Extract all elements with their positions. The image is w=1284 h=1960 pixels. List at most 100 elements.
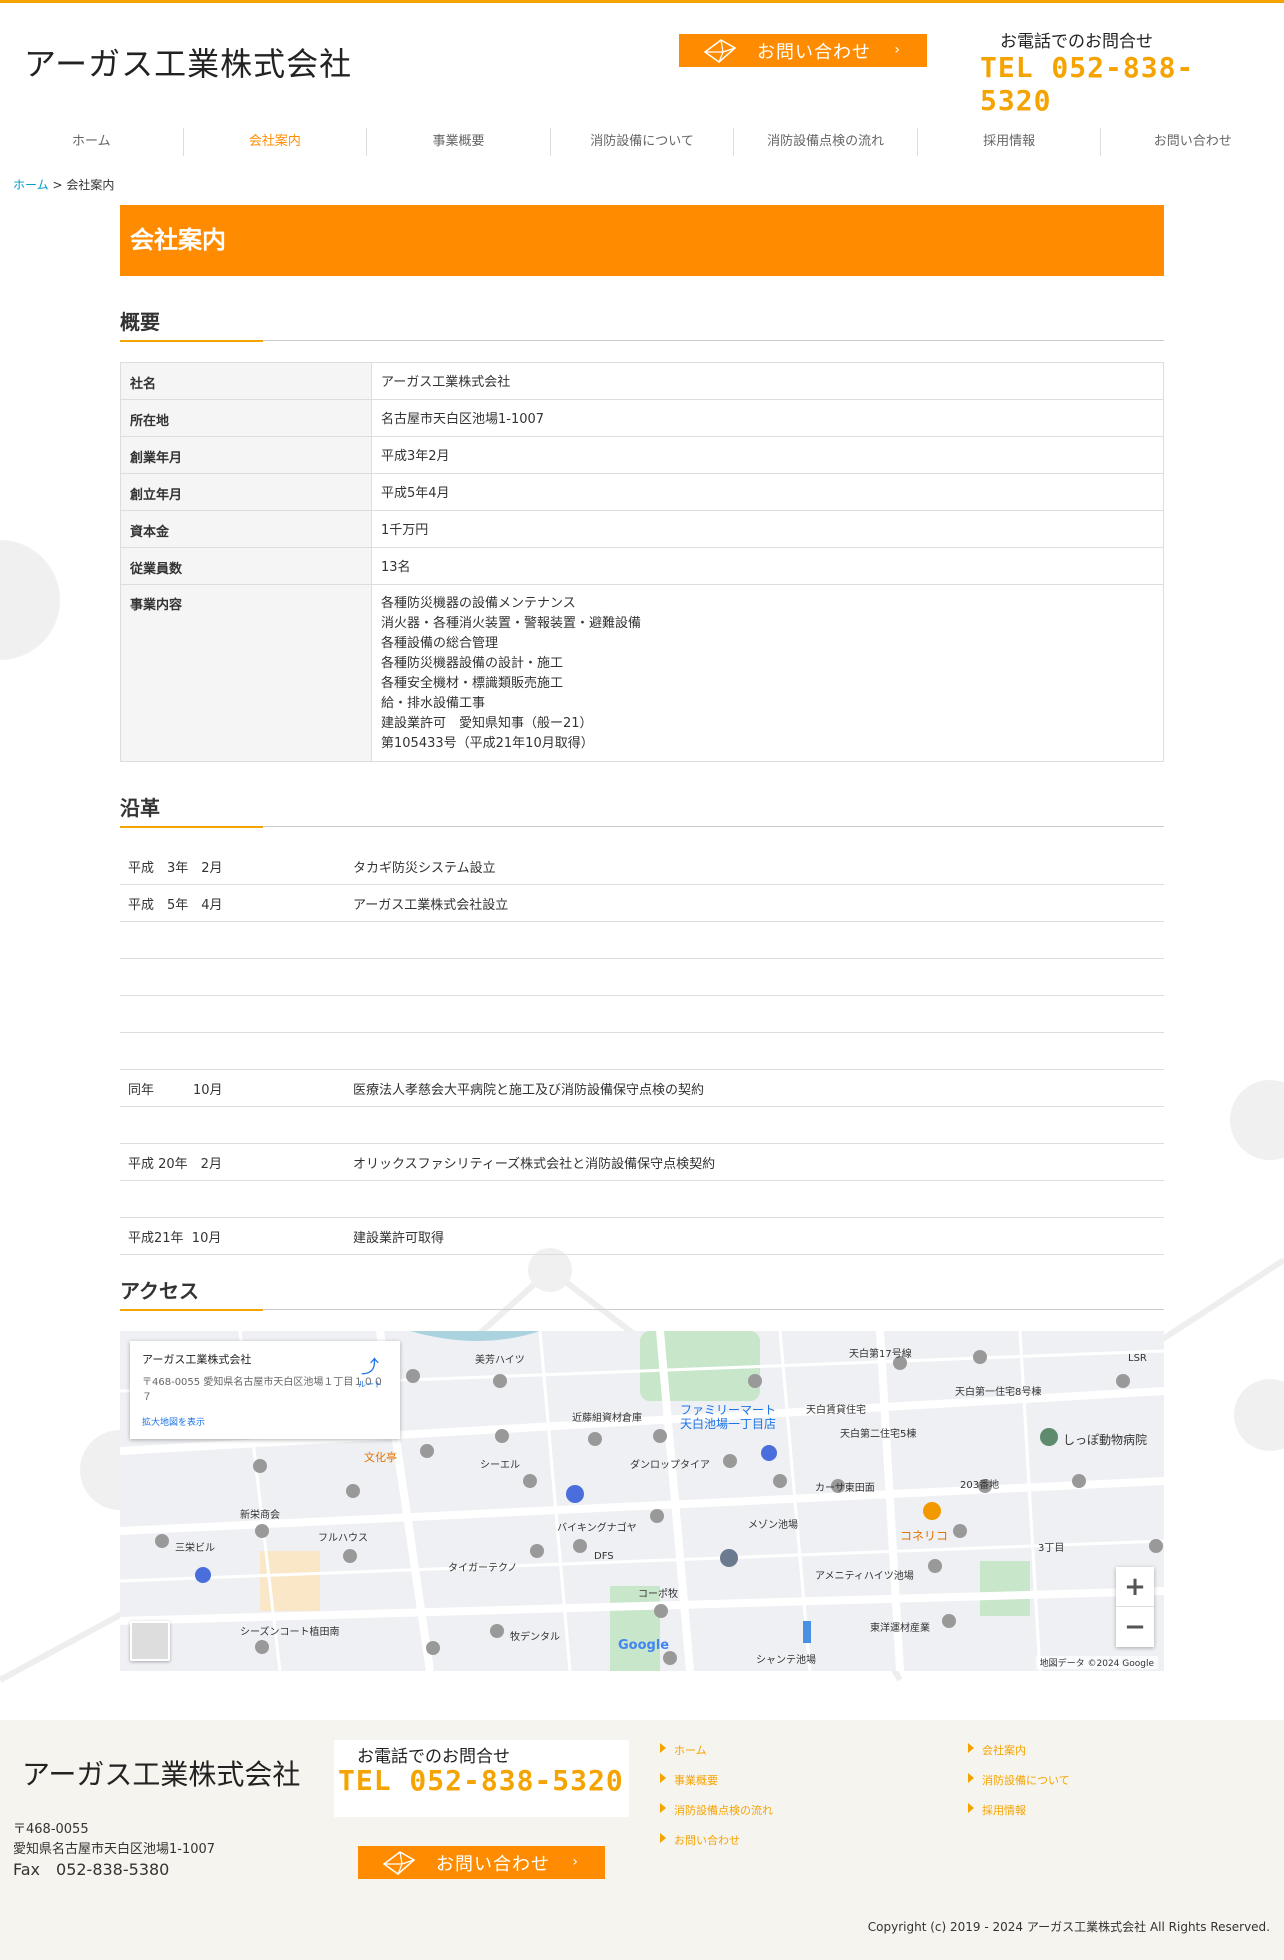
info-value: 1千万円 <box>371 510 1164 548</box>
map-label: 天白賃貸住宅 <box>806 1405 866 1416</box>
directions-label: ルート <box>358 1380 382 1389</box>
info-row: 従業員数 13名 <box>120 547 1164 585</box>
info-value-line: 消火器・各種消火装置・警報装置・避難設備 <box>381 616 642 631</box>
footer-link-home[interactable]: ホーム <box>660 1742 707 1758</box>
breadcrumb: ホーム > 会社案内 <box>13 176 114 193</box>
nav-fire-equipment[interactable]: 消防設備について <box>551 128 735 156</box>
envelope-icon <box>382 1851 416 1875</box>
info-row: 資本金 1千万円 <box>120 510 1164 548</box>
info-row: 社名 アーガス工業株式会社 <box>120 362 1164 400</box>
history-event: オリックスファシリティーズ株式会社と消防設備保守点検契約 <box>353 1156 716 1172</box>
contact-button[interactable]: お問い合わせ › <box>679 34 927 67</box>
history-event: 建設業許可取得 <box>353 1230 445 1246</box>
info-value-line: 名古屋市天白区池場1-1007 <box>381 412 545 427</box>
history-row: 平成21年 10月 建設業許可取得 <box>120 1218 1164 1255</box>
info-key: 創業年月 <box>120 436 372 474</box>
history-date: 平成 5年 4月 <box>128 897 223 913</box>
footer-contact-button[interactable]: お問い合わせ › <box>358 1846 605 1879</box>
info-value-line: 平成5年4月 <box>381 486 450 501</box>
info-key: 創立年月 <box>120 473 372 511</box>
map-label: 203番地 <box>960 1480 1000 1491</box>
history-row <box>120 959 1164 996</box>
history-row <box>120 996 1164 1033</box>
map-label: DFS <box>594 1551 614 1562</box>
map-label: 美芳ハイツ <box>475 1355 525 1366</box>
footer-link-business[interactable]: 事業概要 <box>660 1772 718 1788</box>
nav-company[interactable]: 会社案内 <box>184 128 368 156</box>
footer-tel-number[interactable]: TEL 052-838-5320 <box>338 1764 624 1797</box>
map-label: 天白池場一丁目店 <box>680 1417 777 1431</box>
history-list: 平成 3年 2月 タカギ防災システム設立 平成 5年 4月 アーガス工業株式会社設立同… <box>120 848 1164 1255</box>
info-row: 事業内容 各種防災機器の設備メンテナンス 消火器・各種消火装置・警報装置・避難設備各… <box>120 584 1164 762</box>
map-label: コーポ牧 <box>638 1589 678 1600</box>
map-card-link[interactable]: 拡大地図を表示 <box>142 1415 388 1428</box>
footer-link-recruit[interactable]: 採用情報 <box>968 1802 1026 1818</box>
info-key: 従業員数 <box>120 547 372 585</box>
info-value-line: 第105433号（平成21年10月取得） <box>381 736 594 751</box>
google-logo: Google <box>618 1638 670 1653</box>
footer-link-company[interactable]: 会社案内 <box>968 1742 1026 1758</box>
zoom-out-button[interactable]: − <box>1116 1607 1154 1647</box>
map-label: ダンロップタイア <box>630 1460 710 1471</box>
map-label: 三栄ビル <box>175 1543 215 1554</box>
nav-inspection-flow[interactable]: 消防設備点検の流れ <box>734 128 918 156</box>
nav-contact[interactable]: お問い合わせ <box>1101 128 1284 156</box>
footer-link-contact[interactable]: お問い合わせ <box>660 1832 740 1848</box>
info-value: 平成5年4月 <box>371 473 1164 511</box>
map-label: 文化亭 <box>364 1451 397 1464</box>
map-label: アメニティハイツ池場 <box>815 1571 914 1582</box>
site-logo[interactable]: アーガス工業株式会社 <box>24 39 352 85</box>
footer-link-inspection-flow[interactable]: 消防設備点検の流れ <box>660 1802 773 1818</box>
info-value-line: 給・排水設備工事 <box>381 696 486 711</box>
section-title-overview: 概要 <box>120 306 1164 342</box>
info-key: 社名 <box>120 362 372 400</box>
chevron-right-icon: › <box>572 1854 579 1870</box>
footer-address: 〒468-0055 愛知県名古屋市天白区池場1-1007 Fax 052-838… <box>13 1820 215 1880</box>
history-row <box>120 1107 1164 1144</box>
map-label: シャンテ池場 <box>756 1655 816 1666</box>
history-row: 平成 5年 4月 アーガス工業株式会社設立 <box>120 885 1164 922</box>
nav-home[interactable]: ホーム <box>0 128 184 156</box>
info-key: 資本金 <box>120 510 372 548</box>
info-value-line: 各種安全機材・標識類販売施工 <box>381 676 564 691</box>
directions-button[interactable]: ⤴ ルート <box>358 1353 382 1390</box>
footer-tel-box: お電話でのお問合せ TEL 052-838-5320 <box>334 1740 629 1817</box>
footer-link-fire-equipment[interactable]: 消防設備について <box>968 1772 1070 1788</box>
map-label: 3丁目 <box>1038 1543 1065 1554</box>
map-zoom-control: + − <box>1116 1567 1154 1647</box>
zoom-in-button[interactable]: + <box>1116 1567 1154 1607</box>
nav-recruit[interactable]: 採用情報 <box>918 128 1102 156</box>
info-value-line: 各種防災機器の設備メンテナンス <box>381 596 576 611</box>
envelope-icon <box>703 39 737 63</box>
map-label: LSR <box>1128 1353 1147 1364</box>
footer-fax: Fax 052-838-5380 <box>13 1860 170 1879</box>
map-label: 新栄商会 <box>240 1510 280 1521</box>
tel-box: お電話でのお問合せ TEL 052-838-5320 <box>980 23 1234 117</box>
history-row <box>120 1033 1164 1070</box>
info-value-line: 各種防災機器設備の設計・施工 <box>381 656 564 671</box>
map-label: カーサ東田面 <box>815 1483 875 1494</box>
map-label: シーエル <box>480 1460 520 1471</box>
breadcrumb-home[interactable]: ホーム <box>13 178 49 192</box>
tel-number[interactable]: TEL 052-838-5320 <box>980 51 1234 117</box>
info-value-line: 各種設備の総合管理 <box>381 636 499 651</box>
tel-caption: お電話でのお問合せ <box>1000 32 1153 52</box>
copyright: Copyright (c) 2019 - 2024 アーガス工業株式会社 All… <box>867 1920 1270 1934</box>
history-date: 平成 20年 2月 <box>128 1156 222 1172</box>
footer-logo[interactable]: アーガス工業株式会社 <box>22 1753 300 1793</box>
global-nav: ホーム 会社案内 事業概要 消防設備について 消防設備点検の流れ 採用情報 お問… <box>0 128 1284 156</box>
map-layer-toggle[interactable] <box>130 1621 170 1661</box>
google-map[interactable]: 美芳ハイツ 天白第17号線 ファミリーマート 天白池場一丁目店 天白第一住宅8号… <box>120 1331 1164 1671</box>
history-row: 平成 3年 2月 タカギ防災システム設立 <box>120 848 1164 885</box>
footer-contact-label: お問い合わせ <box>436 1853 550 1875</box>
nav-business[interactable]: 事業概要 <box>367 128 551 156</box>
section-title-access: アクセス <box>120 1275 1164 1311</box>
footer-zip: 〒468-0055 <box>13 1822 89 1837</box>
company-info-table: 社名 アーガス工業株式会社 所在地 名古屋市天白区池場1-1007 創業年月 平成3年2月… <box>120 362 1164 762</box>
map-label: シーズンコート植田南 <box>240 1627 340 1638</box>
history-row <box>120 1181 1164 1218</box>
info-row: 創業年月 平成3年2月 <box>120 436 1164 474</box>
map-label: 牧デンタル <box>510 1632 560 1643</box>
history-row: 同年 10月 医療法人孝慈会大平病院と施工及び消防設備保守点検の契約 <box>120 1070 1164 1107</box>
history-date: 平成 3年 2月 <box>128 860 223 876</box>
